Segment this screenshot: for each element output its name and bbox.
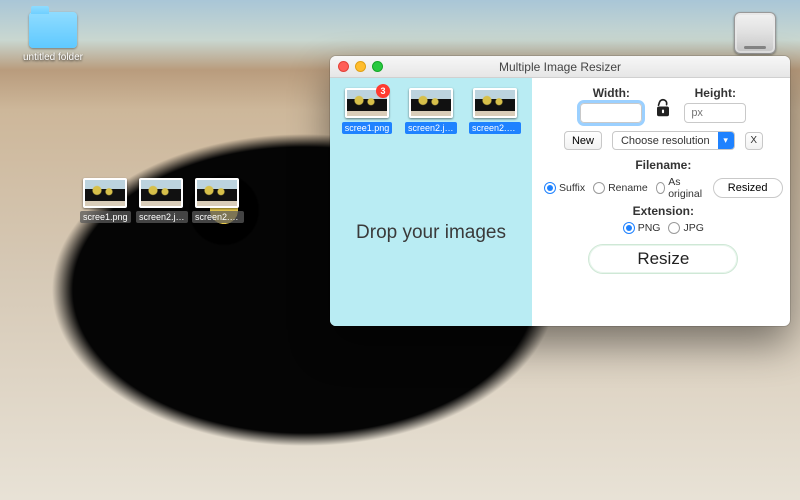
traffic-lights xyxy=(338,61,383,72)
extension-radio-jpg[interactable]: JPG xyxy=(668,222,703,234)
width-input[interactable] xyxy=(580,103,642,123)
new-preset-button[interactable]: New xyxy=(564,131,602,150)
maximize-icon[interactable] xyxy=(372,61,383,72)
filename-section-label: Filename: xyxy=(544,158,783,172)
radio-label: As original xyxy=(668,176,704,200)
resolution-select[interactable]: Choose resolution ▾ xyxy=(612,131,735,150)
desktop: untitled folder Macintosh HD scree1.png … xyxy=(0,0,800,500)
image-thumb-icon xyxy=(409,88,453,118)
titlebar[interactable]: Multiple Image Resizer xyxy=(330,56,790,78)
radio-label: PNG xyxy=(638,222,661,234)
desktop-file-stack: scree1.png screen2.jpg screen2.png xyxy=(80,178,242,225)
notification-badge: 3 xyxy=(376,84,390,98)
drop-file[interactable]: screen2.jpg xyxy=(404,88,458,139)
drop-prompt: Drop your images xyxy=(340,139,522,326)
desktop-file-label: screen2.png xyxy=(192,211,244,223)
drop-file[interactable]: screen2.png xyxy=(468,88,522,139)
filename-radio-asoriginal[interactable]: As original xyxy=(656,176,705,200)
drop-files: 3 scree1.png screen2.jpg screen2.png xyxy=(340,88,522,139)
height-input[interactable] xyxy=(684,103,746,123)
radio-icon xyxy=(656,182,665,194)
desktop-file-label: screen2.jpg xyxy=(136,211,188,223)
desktop-folder-label: untitled folder xyxy=(18,52,88,63)
desktop-file-label: scree1.png xyxy=(80,211,131,223)
drop-file-label: screen2.png xyxy=(469,122,521,134)
drop-area[interactable]: 3 scree1.png screen2.jpg screen2.png Dro… xyxy=(330,78,532,326)
desktop-file[interactable]: scree1.png xyxy=(80,178,130,225)
image-thumb-icon xyxy=(83,178,127,208)
drop-file[interactable]: 3 scree1.png xyxy=(340,88,394,139)
desktop-folder[interactable]: untitled folder xyxy=(18,12,88,63)
app-window: Multiple Image Resizer 3 scree1.png scre… xyxy=(330,56,790,326)
window-title: Multiple Image Resizer xyxy=(499,60,621,74)
hd-icon xyxy=(734,12,776,54)
radio-label: Rename xyxy=(608,182,648,194)
radio-label: JPG xyxy=(683,222,703,234)
minimize-icon[interactable] xyxy=(355,61,366,72)
radio-label: Suffix xyxy=(559,182,585,194)
extension-section-label: Extension: xyxy=(544,204,783,218)
drop-file-label: screen2.jpg xyxy=(405,122,457,134)
filename-radio-rename[interactable]: Rename xyxy=(593,182,648,194)
radio-icon xyxy=(668,222,680,234)
image-thumb-icon xyxy=(139,178,183,208)
controls-panel: Width: Height: xyxy=(532,78,790,326)
remove-preset-button[interactable]: X xyxy=(745,132,763,150)
folder-icon xyxy=(29,12,77,48)
chevron-updown-icon: ▾ xyxy=(718,132,734,149)
radio-icon xyxy=(623,222,635,234)
height-label: Height: xyxy=(695,86,736,100)
image-thumb-icon xyxy=(195,178,239,208)
unlock-icon xyxy=(654,97,672,119)
close-icon[interactable] xyxy=(338,61,349,72)
suffix-input[interactable] xyxy=(713,178,783,198)
drop-file-label: scree1.png xyxy=(342,122,393,134)
width-label: Width: xyxy=(593,86,630,100)
aspect-lock-toggle[interactable] xyxy=(652,91,674,119)
desktop-file[interactable]: screen2.jpg xyxy=(136,178,186,225)
image-thumb-icon xyxy=(473,88,517,118)
radio-icon xyxy=(593,182,605,194)
resolution-select-label: Choose resolution xyxy=(613,135,718,147)
extension-radio-png[interactable]: PNG xyxy=(623,222,661,234)
desktop-file[interactable]: screen2.png xyxy=(192,178,242,225)
filename-radio-suffix[interactable]: Suffix xyxy=(544,182,585,194)
resize-button[interactable]: Resize xyxy=(588,244,738,274)
radio-icon xyxy=(544,182,556,194)
